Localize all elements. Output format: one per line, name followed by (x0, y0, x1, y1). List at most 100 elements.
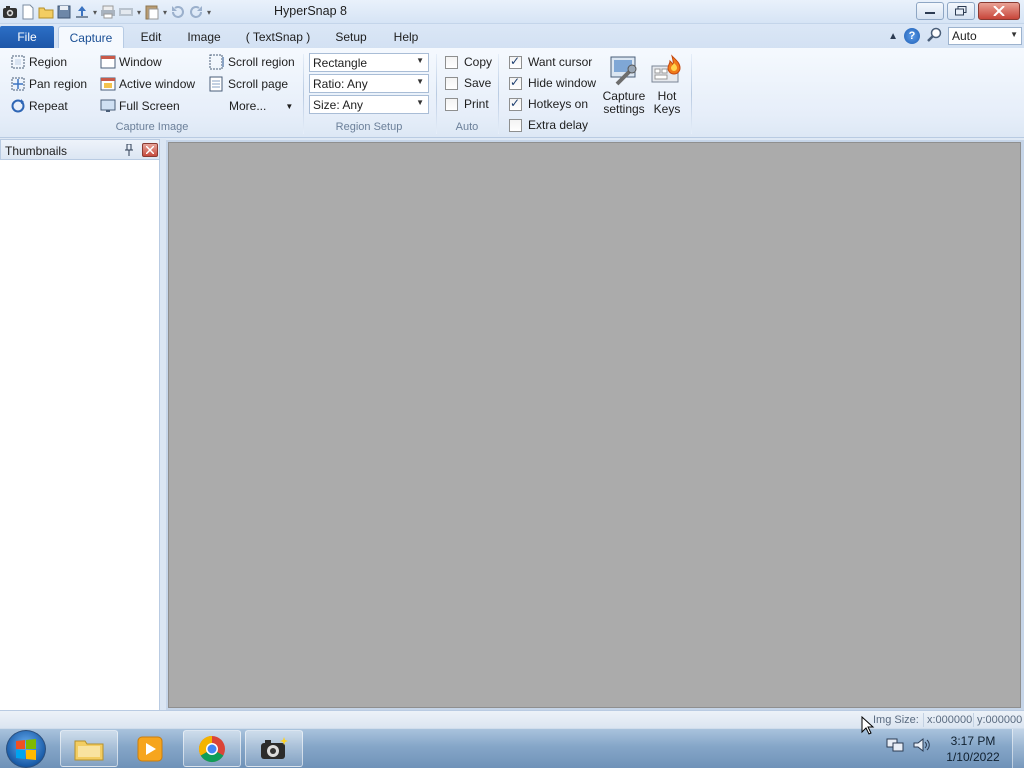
group-label-region-setup: Region Setup (335, 121, 403, 133)
tab-setup[interactable]: Setup (326, 26, 376, 48)
window-button[interactable]: Window (100, 52, 162, 72)
volume-icon[interactable] (912, 737, 930, 753)
customize-qat-icon[interactable]: ▾ (206, 8, 212, 17)
show-desktop-button[interactable] (1012, 729, 1024, 768)
checkbox-box: ✓ (509, 95, 522, 111)
ribbon-tab-row: File Capture Edit Image ( TextSnap ) Set… (0, 24, 1024, 48)
zoom-select[interactable]: Auto ▼ (948, 27, 1022, 45)
windows-logo-icon (16, 739, 36, 760)
x-coordinate: x:000000 (923, 713, 975, 727)
region-ratio-select[interactable]: Ratio: Any ▼ (309, 74, 429, 93)
minimize-ribbon-icon[interactable]: ▲ (888, 31, 898, 42)
hide-window-checkbox[interactable]: ✓ Hide window (509, 74, 596, 92)
window-icon (100, 54, 116, 70)
active-window-button[interactable]: Active window (100, 74, 195, 94)
zoom-search-icon[interactable] (926, 27, 942, 46)
auto-print-checkbox[interactable]: Print (445, 95, 489, 113)
region-size-select[interactable]: Size: Any ▼ (309, 95, 429, 114)
network-icon[interactable] (886, 737, 904, 753)
region-shape-select[interactable]: Rectangle ▼ (309, 53, 429, 72)
checkbox-box (445, 97, 458, 111)
taskbar-clock[interactable]: 3:17 PM 1/10/2022 (940, 733, 1006, 765)
thumbnails-list[interactable] (0, 160, 160, 710)
taskbar-explorer-button[interactable] (60, 730, 118, 767)
pan-region-button[interactable]: Pan region (10, 74, 87, 94)
hypersnap-icon (261, 736, 288, 759)
upload-icon[interactable] (74, 4, 90, 20)
chevron-down-icon: ▼ (416, 56, 424, 65)
tab-textsnap[interactable]: ( TextSnap ) (240, 26, 316, 48)
chevron-down-icon[interactable]: ▾ (92, 8, 98, 17)
camera-app-icon[interactable] (2, 4, 18, 20)
group-divider (691, 54, 692, 134)
want-cursor-checkbox[interactable]: ✓ Want cursor (509, 53, 592, 71)
capture-settings-button[interactable]: Capture settings (601, 54, 647, 116)
extra-delay-checkbox[interactable]: Extra delay (509, 116, 588, 134)
close-button[interactable] (978, 2, 1020, 20)
minimize-button[interactable] (916, 2, 944, 20)
save-icon[interactable] (56, 4, 72, 20)
repeat-icon (10, 98, 26, 114)
checkbox-box (445, 55, 458, 69)
checkbox-box (445, 76, 458, 90)
thumbnails-close-button[interactable] (142, 143, 158, 157)
paste-icon[interactable] (144, 4, 160, 20)
group-label-auto: Auto (455, 121, 479, 133)
print-preview-icon[interactable] (118, 4, 134, 20)
new-icon[interactable] (20, 4, 36, 20)
active-window-icon (100, 76, 116, 92)
print-icon[interactable] (100, 4, 116, 20)
image-canvas[interactable] (168, 142, 1021, 708)
tab-capture[interactable]: Capture (58, 26, 124, 48)
close-icon (146, 146, 154, 154)
redo-icon[interactable] (188, 4, 204, 20)
restore-button[interactable] (947, 2, 975, 20)
pin-icon[interactable] (124, 143, 134, 156)
thumbnails-header: Thumbnails (0, 139, 160, 160)
tab-image[interactable]: Image (180, 26, 228, 48)
group-divider (498, 54, 499, 134)
undo-icon[interactable] (170, 4, 186, 20)
thumbnails-title: Thumbnails (5, 144, 68, 158)
full-screen-icon (100, 98, 116, 114)
capture-settings-icon (607, 54, 641, 88)
hotkeys-on-checkbox[interactable]: ✓ Hotkeys on (509, 95, 588, 113)
chrome-icon (198, 735, 225, 762)
quick-access-toolbar: ▾ ▾ ▾ ▾ (2, 2, 212, 22)
taskbar-media-player-button[interactable] (121, 730, 179, 767)
more-capture-button[interactable]: More... ▼ (229, 96, 293, 116)
scroll-page-button[interactable]: Scroll page (209, 74, 288, 94)
auto-save-checkbox[interactable]: Save (445, 74, 491, 92)
taskbar-hypersnap-button[interactable] (245, 730, 303, 767)
open-folder-icon[interactable] (38, 4, 54, 20)
title-bar: ▾ ▾ ▾ ▾ HyperSnap 8 (0, 0, 1024, 24)
chevron-down-icon: ▼ (1010, 30, 1018, 39)
windows-explorer-icon (74, 740, 104, 760)
ribbon-right-controls: ▲ ? Auto ▼ (888, 26, 1022, 46)
chevron-down-icon: ▼ (285, 101, 294, 111)
tab-help[interactable]: Help (384, 26, 428, 48)
ribbon: Region Pan region Repeat Window Active w… (0, 48, 1024, 138)
chevron-down-icon[interactable]: ▾ (136, 8, 142, 17)
group-label-capture-image: Capture Image (115, 121, 189, 133)
check-mark-icon: ✓ (510, 95, 521, 110)
media-player-icon (137, 736, 163, 761)
scroll-region-button[interactable]: Scroll region (209, 52, 295, 72)
tab-edit[interactable]: Edit (128, 26, 174, 48)
tab-file[interactable]: File (0, 26, 54, 48)
window-title: HyperSnap 8 (274, 4, 347, 18)
help-icon[interactable]: ? (904, 28, 920, 44)
region-button[interactable]: Region (10, 52, 67, 72)
y-coordinate: y:000000 (973, 713, 1024, 727)
repeat-button[interactable]: Repeat (10, 96, 68, 116)
hot-keys-icon (650, 54, 684, 88)
hot-keys-button[interactable]: Hot Keys (650, 54, 684, 116)
check-mark-icon: ✓ (510, 53, 521, 68)
start-button[interactable] (6, 730, 46, 768)
taskbar-chrome-button[interactable] (183, 730, 241, 767)
full-screen-button[interactable]: Full Screen (100, 96, 180, 116)
window-controls (916, 2, 1020, 20)
chevron-down-icon[interactable]: ▾ (162, 8, 168, 17)
auto-copy-checkbox[interactable]: Copy (445, 53, 492, 71)
restore-icon (955, 6, 967, 16)
